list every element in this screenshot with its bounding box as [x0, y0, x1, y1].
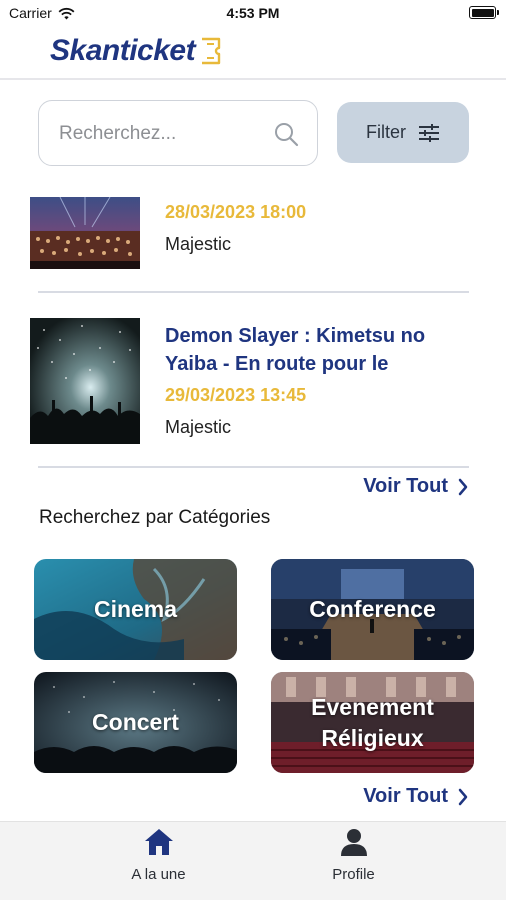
see-all-label: Voir Tout: [363, 785, 448, 807]
filter-button[interactable]: Filter: [337, 102, 469, 163]
bottom-tab-bar: A la une Profile: [0, 821, 506, 900]
category-label: Evenement Réligieux: [311, 693, 434, 751]
sliders-icon: [419, 123, 439, 142]
app-header: Skanticket: [0, 26, 506, 80]
see-all-events-link[interactable]: Voir Tout: [363, 475, 468, 498]
category-card-concert[interactable]: Concert: [34, 672, 237, 773]
event-title: Demon Slayer : Kimetsu no Yaiba - En rou…: [165, 325, 426, 375]
status-time: 4:53 PM: [226, 5, 280, 21]
category-card-cinema[interactable]: Cinema: [34, 559, 237, 660]
tab-profile[interactable]: Profile: [227, 822, 480, 900]
category-card-conference[interactable]: Conference: [271, 559, 474, 660]
home-icon: [144, 829, 173, 855]
battery-icon: [469, 6, 499, 19]
event-date: 29/03/2023 13:45: [165, 385, 307, 405]
see-all-categories-link[interactable]: Voir Tout: [363, 785, 468, 808]
tab-label: Profile: [332, 866, 375, 883]
ticket-icon: [202, 37, 221, 65]
list-divider: [38, 466, 469, 468]
filter-label: Filter: [366, 122, 406, 142]
event-venue: Majestic: [165, 417, 232, 437]
event-image: [30, 197, 140, 269]
list-divider: [38, 291, 469, 293]
category-label: Cinema: [93, 596, 178, 622]
event-item[interactable]: 28/03/2023 18:00 Majestic: [30, 197, 470, 272]
category-label: Conference: [309, 596, 436, 622]
user-icon: [340, 829, 367, 856]
see-all-label: Voir Tout: [363, 475, 448, 497]
app-logo[interactable]: Skanticket: [50, 34, 222, 68]
chevron-right-icon: [458, 788, 468, 805]
categories-title: Recherchez par Catégories: [39, 507, 271, 528]
search-input[interactable]: [59, 121, 269, 147]
logo-text: Skanticket: [50, 34, 196, 67]
event-venue: Majestic: [165, 234, 232, 254]
search-box[interactable]: [38, 100, 318, 166]
status-bar: Carrier 4:53 PM: [0, 0, 506, 26]
search-icon[interactable]: [273, 121, 299, 147]
event-item[interactable]: Demon Slayer : Kimetsu no Yaiba - En rou…: [30, 318, 470, 446]
event-date: 28/03/2023 18:00: [165, 202, 307, 222]
category-label: Concert: [92, 709, 179, 735]
event-image: [30, 318, 140, 444]
category-card-religious-event[interactable]: Evenement Réligieux: [271, 672, 474, 773]
chevron-right-icon: [458, 478, 468, 495]
